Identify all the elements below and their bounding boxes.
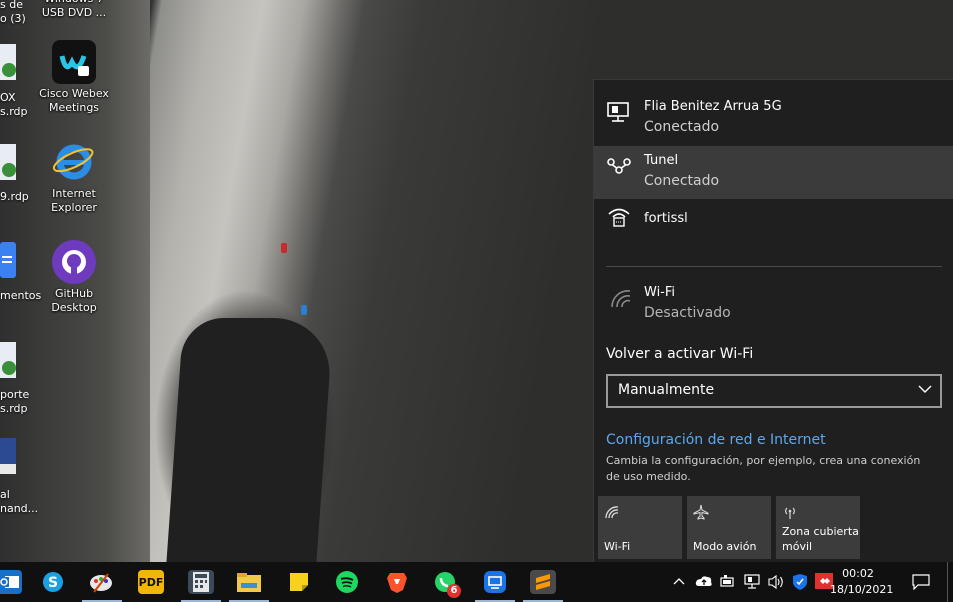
chevron-down-icon (918, 385, 932, 393)
desktop-icon-label: GitHub Desktop (51, 287, 97, 314)
climber-blue (301, 305, 307, 315)
network-name: Flia Benitez Arrua 5G (644, 99, 782, 114)
notification-badge: 6 (447, 584, 461, 598)
desktop-icon-label: OX s.rdp (0, 91, 28, 118)
spotify-icon[interactable] (334, 570, 360, 594)
file-explorer-icon[interactable] (236, 570, 262, 594)
desktop-icon-label: s de o (3) (0, 0, 26, 25)
clock-time: 00:02 (842, 567, 874, 580)
whatsapp-icon[interactable]: 6 (432, 570, 461, 598)
sticky-notes-icon[interactable] (286, 570, 312, 594)
defender-shield-icon[interactable] (792, 573, 808, 591)
quick-action-wifi[interactable]: Wi-Fi (598, 496, 682, 559)
dropdown-value: Manualmente (618, 382, 715, 398)
wifi-off-icon (611, 290, 631, 308)
volume-icon[interactable] (768, 574, 786, 590)
reenable-wifi-dropdown[interactable]: Manualmente (606, 374, 942, 408)
desktop-icon-label: Windows 7 USB DVD ... (41, 0, 107, 19)
quick-action-label: Wi-Fi (604, 540, 631, 553)
taskbar: S PDF 6 00:02 18/10/2021 (0, 562, 953, 602)
brave-browser-icon[interactable] (384, 570, 410, 594)
wifi-status: Desactivado (644, 305, 731, 321)
hotspot-icon (785, 507, 795, 519)
svg-text:S: S (48, 575, 58, 591)
remote-app-icon[interactable] (482, 570, 508, 594)
calculator-icon[interactable] (188, 570, 214, 594)
desktop-icon-internet-explorer[interactable]: Internet Explorer (36, 140, 112, 215)
quick-action-label: Zona cubierta móvil (782, 525, 859, 553)
quick-action-mobile-hotspot[interactable]: Zona cubierta móvil (776, 496, 860, 559)
system-clock[interactable]: 00:02 18/10/2021 (830, 566, 894, 598)
network-status: Conectado (644, 173, 720, 189)
install-package-icon[interactable] (0, 436, 18, 476)
webex-icon (52, 40, 96, 84)
cloud-upload-icon[interactable] (695, 574, 713, 588)
network-tray-icon[interactable] (744, 574, 762, 590)
chevron-up-icon[interactable] (673, 576, 685, 586)
desktop-icon-label: Cisco Webex Meetings (39, 87, 109, 114)
desktop-icon-cisco-webex[interactable]: Cisco Webex Meetings (36, 40, 112, 115)
desktop-icon-label: porte s.rdp (0, 388, 30, 415)
paint-icon[interactable] (88, 570, 114, 594)
network-item-flia-benitez[interactable]: Flia Benitez Arrua 5G Conectado (594, 92, 953, 145)
internet-explorer-icon (52, 140, 96, 184)
show-desktop-button[interactable] (947, 562, 953, 602)
desktop-icon-label: al nand... (0, 488, 39, 515)
pdf-icon[interactable]: PDF (138, 570, 164, 594)
google-docs-icon[interactable] (0, 240, 18, 280)
network-flyout: Flia Benitez Arrua 5G Conectado Tunel Co… (593, 79, 953, 563)
network-settings-link[interactable]: Configuración de red e Internet (606, 432, 826, 448)
vpn-icon (607, 158, 631, 174)
sublime-text-icon[interactable] (530, 570, 556, 594)
network-status: Conectado (644, 119, 720, 135)
airplane-icon (693, 504, 709, 520)
quick-action-airplane-mode[interactable]: Modo avión (687, 496, 771, 559)
desktop-icon-label: 9.rdp (0, 190, 29, 203)
rdp-file-icon[interactable] (0, 340, 18, 380)
clock-date: 18/10/2021 (830, 583, 894, 596)
reenable-wifi-label: Volver a activar Wi-Fi (606, 346, 754, 362)
quick-action-label: Modo avión (693, 540, 757, 553)
action-center-icon[interactable] (912, 574, 930, 590)
battery-icon[interactable] (720, 574, 736, 588)
rdp-file-icon[interactable] (0, 42, 18, 82)
desktop-icon-windows-usb[interactable]: Windows 7 USB DVD ... (36, 0, 112, 20)
ethernet-icon (607, 102, 629, 122)
divider (606, 266, 942, 267)
desktop-icon-github-desktop[interactable]: GitHub Desktop (36, 240, 112, 315)
skype-icon[interactable]: S (40, 570, 66, 594)
wifi-icon (605, 506, 619, 519)
network-item-tunel[interactable]: Tunel Conectado (594, 146, 953, 199)
network-name: fortissl (644, 211, 688, 226)
network-item-fortissl[interactable]: fortissl (594, 200, 953, 240)
github-desktop-icon (52, 240, 96, 284)
outlook-icon[interactable] (0, 570, 22, 594)
network-name: Tunel (644, 153, 679, 168)
climber-red (281, 243, 287, 253)
rdp-file-icon[interactable] (0, 142, 18, 182)
wifi-title: Wi-Fi (644, 285, 676, 300)
dialup-icon (608, 208, 630, 227)
network-settings-description: Cambia la configuración, por ejemplo, cr… (606, 454, 921, 483)
desktop-icon-label: Internet Explorer (51, 187, 97, 214)
